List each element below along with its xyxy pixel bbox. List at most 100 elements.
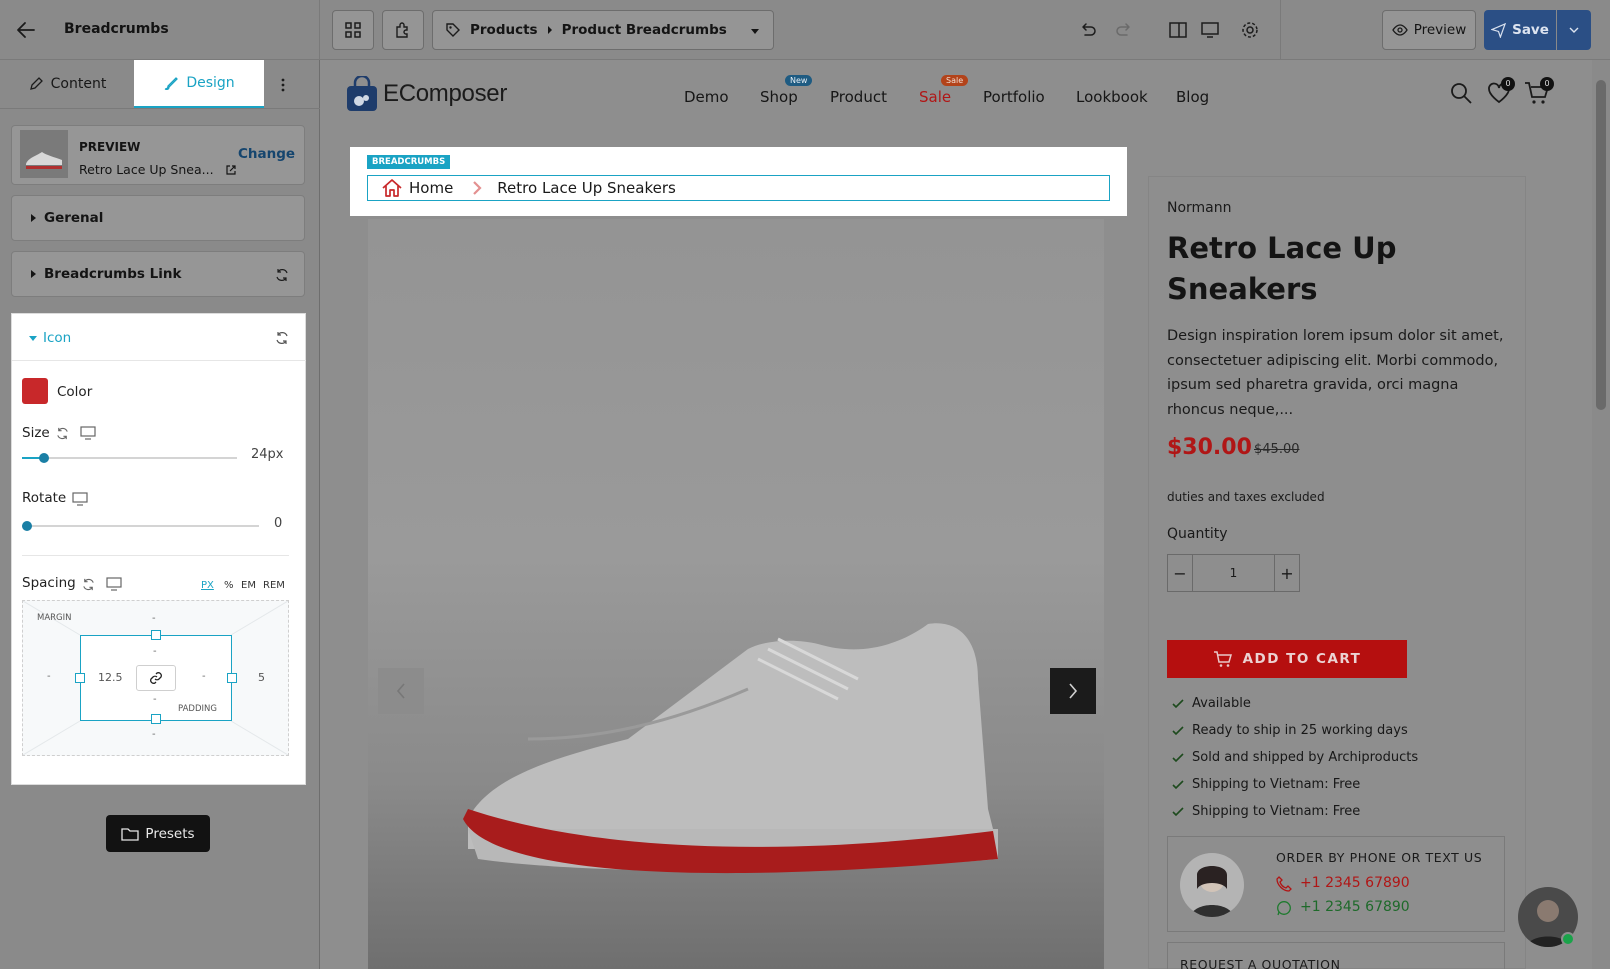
- layout-button[interactable]: [332, 10, 374, 50]
- tab-design[interactable]: Design: [134, 60, 264, 108]
- reset-icon[interactable]: [81, 577, 96, 592]
- support-avatar: [1180, 853, 1244, 917]
- breadcrumb-home-link[interactable]: Home: [409, 179, 453, 197]
- page-selector[interactable]: Products Product Breadcrumbs: [432, 10, 774, 50]
- redo-button[interactable]: [1114, 20, 1134, 40]
- breadcrumbs-widget[interactable]: BREADCRUMBS Home Retro Lace Up Sneakers: [350, 147, 1127, 216]
- icon-size-slider[interactable]: [22, 453, 237, 463]
- chevron-down-icon: [751, 29, 759, 34]
- breadcrumbs-widget-tag: BREADCRUMBS: [367, 155, 451, 169]
- gallery-next-button[interactable]: [1050, 668, 1096, 714]
- feature-text: Sold and shipped by Archiproducts: [1192, 750, 1419, 765]
- margin-right-value[interactable]: 5: [258, 671, 265, 684]
- preview-product-name[interactable]: Retro Lace Up Snea...: [79, 162, 214, 177]
- presets-button[interactable]: Presets: [106, 815, 210, 852]
- section-breadcrumbs-link[interactable]: Breadcrumbs Link: [11, 251, 305, 297]
- section-icon-header[interactable]: Icon: [12, 314, 306, 361]
- icon-rotate-label: Rotate: [22, 490, 67, 506]
- desktop-icon[interactable]: [106, 577, 122, 592]
- store-logo[interactable]: EComposer: [345, 76, 507, 112]
- quantity-decrease-button[interactable]: −: [1168, 555, 1193, 591]
- quantity-input[interactable]: 1: [1193, 555, 1274, 591]
- device-desktop-button[interactable]: [1200, 20, 1220, 40]
- margin-top-value[interactable]: -: [152, 613, 156, 624]
- slider-handle[interactable]: [22, 521, 32, 531]
- icon-color-swatch[interactable]: [22, 378, 48, 404]
- nav-demo[interactable]: Demo: [684, 88, 729, 106]
- add-to-cart-button[interactable]: ADD TO CART: [1167, 640, 1407, 678]
- whatsapp-number[interactable]: +1 2345 67890: [1300, 899, 1410, 915]
- padding-top-value[interactable]: -: [153, 646, 157, 657]
- reset-icon[interactable]: [274, 330, 290, 346]
- nav-sale[interactable]: Sale: [919, 88, 951, 106]
- gear-icon: [1242, 22, 1258, 38]
- save-options-button[interactable]: [1557, 10, 1591, 50]
- back-button[interactable]: [14, 18, 38, 42]
- tab-content[interactable]: Content: [0, 60, 134, 108]
- toolbar-divider: [1280, 0, 1281, 60]
- unit-em[interactable]: EM: [241, 580, 256, 591]
- change-preview-button[interactable]: Change: [238, 146, 295, 162]
- desktop-icon[interactable]: [72, 492, 88, 507]
- icon-rotate-slider[interactable]: [22, 521, 259, 531]
- spacing-box-model: MARGIN - - - 5 - - 12.5 - PADDING: [22, 600, 289, 756]
- padding-left-value[interactable]: 12.5: [98, 671, 123, 684]
- nav-shop[interactable]: Shop: [760, 88, 798, 106]
- section-icon-label: Icon: [43, 330, 72, 346]
- request-quotation-box[interactable]: REQUEST A QUOTATION: [1167, 942, 1505, 969]
- padding-bottom-handle[interactable]: [151, 714, 161, 724]
- margin-bottom-value[interactable]: -: [152, 729, 156, 740]
- external-link-icon[interactable]: [225, 164, 237, 176]
- reset-icon[interactable]: [55, 426, 70, 441]
- link-icon: [150, 672, 162, 684]
- phone-number[interactable]: +1 2345 67890: [1300, 875, 1410, 891]
- nav-lookbook[interactable]: Lookbook: [1076, 88, 1148, 106]
- quantity-increase-button[interactable]: +: [1274, 555, 1299, 591]
- gallery-prev-button[interactable]: [378, 668, 424, 714]
- unit-rem[interactable]: REM: [263, 580, 285, 591]
- settings-button[interactable]: [1240, 20, 1260, 40]
- product-image: [368, 219, 1104, 969]
- margin-left-value[interactable]: -: [47, 671, 51, 682]
- link-values-button[interactable]: [136, 665, 176, 691]
- padding-right-handle[interactable]: [227, 673, 237, 683]
- nav-portfolio[interactable]: Portfolio: [983, 88, 1045, 106]
- nav-blog[interactable]: Blog: [1176, 88, 1209, 106]
- more-options-button[interactable]: [276, 76, 290, 94]
- search-icon[interactable]: [1449, 81, 1473, 105]
- scrollbar-thumb[interactable]: [1596, 80, 1606, 410]
- padding-right-value[interactable]: -: [202, 671, 206, 682]
- save-button[interactable]: Save: [1484, 10, 1556, 50]
- reset-icon[interactable]: [274, 267, 290, 283]
- section-general[interactable]: Gerenal: [11, 195, 305, 241]
- chevron-right-icon: [473, 181, 482, 195]
- section-general-label: Gerenal: [44, 210, 104, 226]
- breadcrumb-current-item: Retro Lace Up Sneakers: [497, 179, 676, 197]
- padding-bottom-value[interactable]: -: [153, 694, 157, 705]
- kebab-icon: [281, 78, 285, 92]
- undo-button[interactable]: [1078, 20, 1098, 40]
- icon-size-value[interactable]: 24px: [251, 447, 284, 462]
- caret-right-icon: [31, 270, 36, 278]
- nav-product[interactable]: Product: [830, 88, 887, 106]
- padding-left-handle[interactable]: [75, 673, 85, 683]
- send-icon: [1491, 22, 1507, 38]
- shopping-bag-logo-icon: [347, 76, 377, 111]
- icon-rotate-value[interactable]: 0: [274, 516, 282, 531]
- breadcrumb-root[interactable]: Products: [470, 22, 538, 38]
- slider-handle[interactable]: [39, 453, 49, 463]
- canvas-scrollbar[interactable]: [1592, 60, 1610, 969]
- toggle-sidebar-button[interactable]: [1168, 20, 1188, 40]
- desktop-icon[interactable]: [80, 426, 96, 441]
- apps-button[interactable]: [382, 10, 424, 50]
- product-vendor[interactable]: Normann: [1167, 200, 1232, 216]
- unit-percent[interactable]: %: [224, 580, 234, 591]
- home-icon: [382, 179, 402, 197]
- preview-button[interactable]: Preview: [1382, 10, 1476, 50]
- padding-top-handle[interactable]: [151, 630, 161, 640]
- caret-right-icon: [31, 214, 36, 222]
- unit-px[interactable]: PX: [201, 580, 214, 591]
- wishlist-count: 0: [1501, 77, 1515, 91]
- feature-text: Shipping to Vietnam: Free: [1192, 777, 1361, 792]
- padding-label: PADDING: [178, 704, 217, 714]
